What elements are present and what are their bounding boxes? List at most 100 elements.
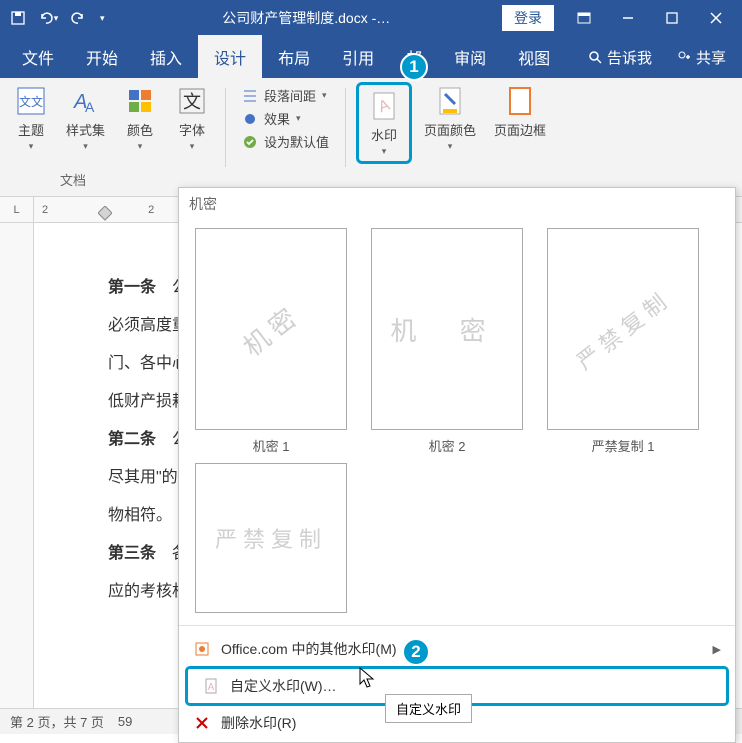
share-icon: [676, 49, 692, 65]
close-button[interactable]: [694, 0, 738, 36]
colors-label: 颜色: [127, 120, 153, 139]
svg-text:A: A: [208, 682, 215, 693]
themes-label: 主题: [18, 120, 44, 139]
watermark-option[interactable]: 机 密 机密 2: [371, 228, 523, 455]
chevron-down-icon: ▾: [382, 146, 387, 157]
set-default-button[interactable]: 设为默认值: [242, 132, 329, 151]
fonts-button[interactable]: 文 字体 ▾: [169, 82, 215, 154]
doc-line: 物相符。: [108, 501, 168, 525]
chevron-down-icon: ▾: [29, 141, 34, 152]
tab-file[interactable]: 文件: [6, 35, 70, 79]
tab-view[interactable]: 视图: [502, 35, 566, 79]
ruler-mark: 2: [148, 204, 154, 216]
colors-button[interactable]: 颜色 ▾: [117, 82, 163, 154]
tab-insert[interactable]: 插入: [134, 35, 198, 79]
watermark-dropdown: 机密 机密 机密 1 机 密 机密 2 严禁复制 严禁复制 1 严禁复制 Off…: [178, 187, 736, 743]
colors-icon: [123, 84, 157, 118]
menu-item-office-watermarks[interactable]: Office.com 中的其他水印(M) ▶: [179, 632, 735, 666]
themes-button[interactable]: 文文 主题 ▾: [8, 82, 54, 154]
remove-icon: [193, 714, 211, 732]
watermark-option-label: 机密 2: [429, 436, 466, 455]
undo-button[interactable]: ▾: [34, 4, 62, 32]
ribbon-divider: [345, 88, 346, 168]
search-icon: [587, 49, 603, 65]
fonts-icon: 文: [175, 84, 209, 118]
watermark-label: 水印: [371, 125, 397, 144]
tooltip: 自定义水印: [385, 694, 472, 723]
minimize-icon: [621, 11, 635, 25]
vertical-ruler[interactable]: [0, 223, 34, 733]
undo-icon: [38, 10, 54, 26]
tell-me-search[interactable]: 告诉我: [577, 39, 662, 76]
doc-line: 第二条 公: [108, 425, 168, 449]
watermark-option-label: 严禁复制 1: [592, 436, 655, 455]
ruler-mark: 2: [42, 204, 48, 216]
page-indicator[interactable]: 第 2 页，共 7 页: [10, 712, 104, 731]
share-label: 共享: [696, 47, 726, 68]
ribbon-options-button[interactable]: [562, 0, 606, 36]
svg-text:文: 文: [183, 92, 201, 112]
paragraph-spacing-label: 段落间距: [264, 86, 316, 105]
tab-design[interactable]: 设计: [198, 35, 262, 79]
watermark-option[interactable]: 严禁复制 严禁复制 1: [547, 228, 699, 455]
watermark-option[interactable]: 严禁复制: [195, 463, 347, 613]
save-button[interactable]: [4, 4, 32, 32]
watermark-option[interactable]: 机密 机密 1: [195, 228, 347, 455]
document-title: 公司财产管理制度.docx -…: [111, 8, 502, 28]
page-color-button[interactable]: 页面颜色 ▾: [418, 82, 482, 154]
style-sets-icon: AA: [69, 84, 103, 118]
watermark-preview-text: 机密: [234, 295, 307, 364]
word-count[interactable]: 59: [118, 714, 132, 729]
effects-button[interactable]: 效果 ▾: [242, 109, 329, 128]
tab-layout[interactable]: 布局: [262, 35, 326, 79]
maximize-button[interactable]: [650, 0, 694, 36]
tab-review[interactable]: 审阅: [438, 35, 502, 79]
tab-home[interactable]: 开始: [70, 35, 134, 79]
check-icon: [242, 134, 258, 150]
tab-references[interactable]: 引用: [326, 35, 390, 79]
menu-item-label: Office.com 中的其他水印(M): [221, 639, 397, 659]
group-label-doc-format: 文档: [8, 167, 138, 192]
spacing-icon: [242, 88, 258, 104]
page-borders-icon: [503, 84, 537, 118]
custom-watermark-icon: A: [202, 677, 220, 695]
chevron-down-icon: ▾: [54, 13, 59, 24]
watermark-preview-text: 严禁复制: [569, 282, 677, 376]
document-page[interactable]: 第一条 公 必须高度重 门、各中心 低财产损耗 第二条 公 尽其用"的 物相符。…: [68, 223, 188, 733]
doc-formatting-options: 段落间距 ▾ 效果 ▾ 设为默认值: [236, 82, 335, 155]
indent-marker-icon[interactable]: [98, 206, 112, 224]
doc-line: 低财产损耗: [108, 387, 168, 411]
doc-line: 门、各中心: [108, 349, 168, 373]
chevron-down-icon: ▾: [83, 141, 88, 152]
redo-button[interactable]: [64, 4, 92, 32]
fonts-label: 字体: [179, 120, 205, 139]
submenu-arrow-icon: ▶: [713, 643, 721, 656]
svg-text:A: A: [85, 99, 95, 115]
chevron-down-icon: ▾: [448, 141, 453, 152]
ribbon-display-icon: [576, 10, 592, 26]
dropdown-menu: Office.com 中的其他水印(M) ▶ A 自定义水印(W)… 删除水印(…: [179, 630, 735, 742]
page-borders-button[interactable]: 页面边框: [488, 82, 552, 141]
quick-access-toolbar: ▾ ▾: [4, 4, 111, 32]
paragraph-spacing-button[interactable]: 段落间距 ▾: [242, 86, 329, 105]
tell-me-label: 告诉我: [607, 47, 652, 68]
login-button[interactable]: 登录: [502, 5, 554, 31]
chevron-down-icon: ▾: [190, 141, 195, 152]
qat-customize-icon[interactable]: ▾: [94, 13, 111, 24]
watermark-button[interactable]: A 水印 ▾: [361, 87, 407, 159]
ribbon-divider: [225, 88, 226, 168]
minimize-button[interactable]: [606, 0, 650, 36]
doc-line: 第一条 公: [108, 273, 168, 297]
style-sets-button[interactable]: AA 样式集 ▾: [60, 82, 111, 154]
watermark-preview-text: 机 密: [390, 311, 503, 348]
watermark-option-label: 机密 1: [253, 436, 290, 455]
dropdown-section-header: 机密: [179, 188, 735, 220]
doc-line: 必须高度重: [108, 311, 168, 335]
doc-line: 尽其用"的: [108, 463, 168, 487]
watermark-button-highlight: A 水印 ▾: [356, 82, 412, 164]
share-button[interactable]: 共享: [666, 39, 736, 76]
doc-line: 应的考核机: [108, 577, 168, 601]
ruler-corner: L: [0, 197, 34, 223]
watermark-preview-text: 严禁复制: [215, 522, 327, 554]
title-bar: ▾ ▾ 公司财产管理制度.docx -… 登录: [0, 0, 742, 36]
